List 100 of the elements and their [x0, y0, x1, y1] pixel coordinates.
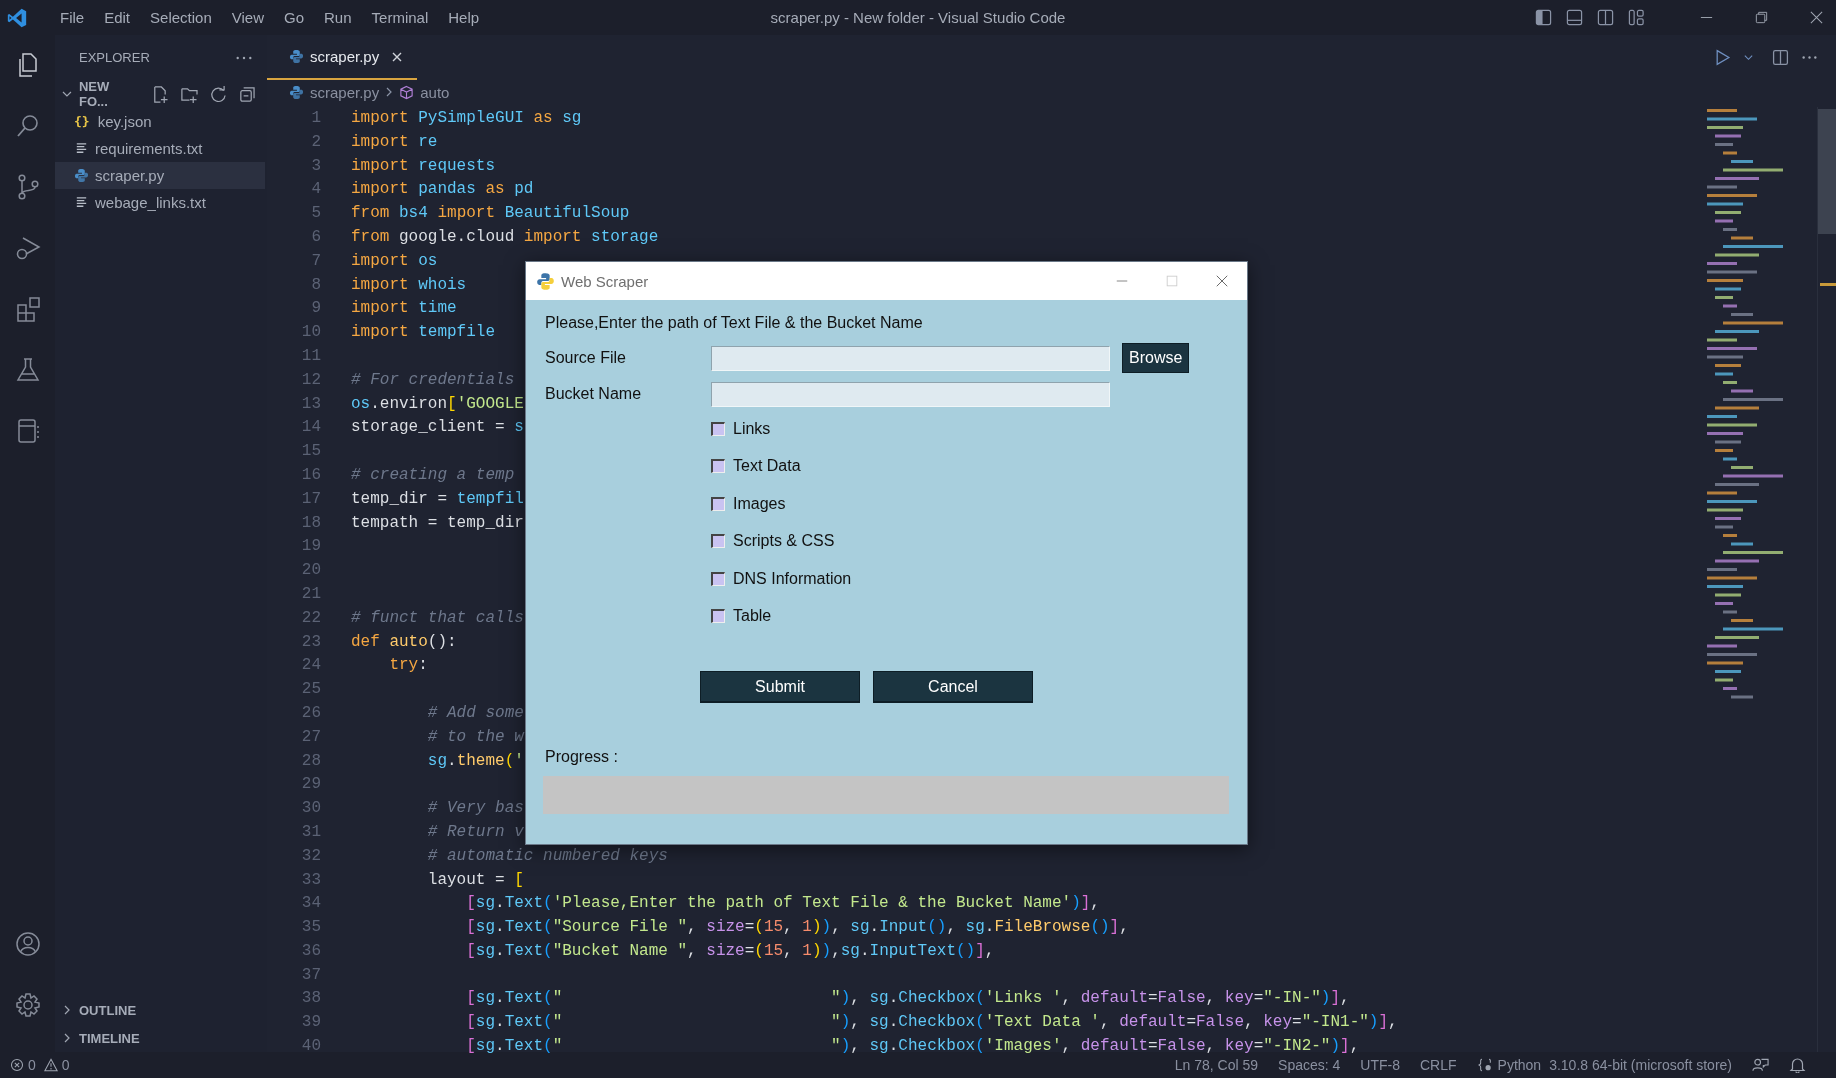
code-line: sg.theme(' [426, 751, 524, 770]
explorer-entry[interactable]: requirements.txt [55, 135, 265, 162]
status-item[interactable]: CRLF [1420, 1057, 1457, 1073]
bell-icon[interactable] [1789, 1057, 1806, 1073]
line-number: 15 [300, 441, 321, 463]
menu-item[interactable]: Run [314, 9, 362, 26]
checkbox-label[interactable]: Scripts & CSS [733, 532, 835, 551]
sidebar-toggle-icon[interactable] [1535, 9, 1552, 26]
breadcrumb-item[interactable]: auto [420, 83, 450, 101]
warning-icon[interactable] [43, 1058, 58, 1072]
explorer-entry[interactable]: webage_links.txt [55, 189, 265, 216]
checkbox-label[interactable]: Table [733, 607, 772, 626]
error-count[interactable]: 0 [28, 1057, 36, 1073]
more-icon[interactable] [235, 54, 253, 61]
input-field[interactable] [711, 381, 1110, 407]
line-number: 22 [300, 607, 321, 629]
line-number: 12 [300, 369, 321, 391]
scrollbar-thumb[interactable] [1818, 109, 1836, 234]
menu-item[interactable]: Terminal [361, 9, 439, 26]
text-file-icon [74, 141, 89, 156]
new-file-icon[interactable] [151, 84, 171, 104]
error-icon[interactable] [10, 1058, 24, 1072]
code-line: # Very bas [426, 799, 524, 818]
line-number: 25 [300, 679, 321, 701]
code-line: # creating a temp [351, 465, 515, 484]
feedback-icon[interactable] [1752, 1057, 1769, 1073]
close-icon[interactable] [391, 50, 404, 63]
interpreter-status[interactable]: 3.10.8 64-bit (microsoft store) [1549, 1057, 1732, 1073]
menu-item[interactable]: Help [438, 9, 490, 26]
maximize-icon [1165, 274, 1179, 288]
code-line: import whois [351, 275, 467, 294]
line-number: 20 [300, 560, 321, 582]
dialog-button[interactable]: Cancel [873, 671, 1033, 703]
close-icon[interactable] [1809, 10, 1824, 25]
panel-toggle-icon[interactable] [1566, 9, 1583, 26]
line-number: 24 [300, 655, 321, 677]
code-line: # automatic numbered keys [426, 846, 668, 865]
input-field[interactable] [711, 345, 1110, 371]
layout-icon[interactable] [1628, 9, 1645, 26]
checkbox[interactable] [711, 609, 725, 624]
line-number: 9 [310, 298, 321, 320]
split-layout-icon[interactable] [1597, 9, 1614, 26]
close-icon[interactable] [1215, 274, 1229, 288]
language-status-icon[interactable] [1476, 1058, 1494, 1072]
account-icon[interactable] [13, 930, 42, 958]
settings-icon[interactable] [13, 991, 42, 1019]
folder-name[interactable]: NEW FO... [78, 79, 142, 109]
code-line: # funct that calls [351, 608, 524, 627]
sidebar-section[interactable]: OUTLINE [55, 996, 267, 1024]
menu-item[interactable]: Go [274, 9, 314, 26]
menu-item[interactable]: Edit [94, 9, 141, 26]
checkbox[interactable] [711, 459, 725, 474]
checkbox[interactable] [711, 421, 725, 436]
code-line: # For credentials [351, 370, 515, 389]
restore-icon[interactable] [1754, 10, 1769, 25]
breadcrumb-item[interactable]: scraper.py [310, 83, 380, 101]
line-number: 19 [300, 536, 321, 558]
line-number: 7 [310, 250, 321, 272]
line-number: 26 [300, 702, 321, 724]
menu-item[interactable]: View [221, 9, 274, 26]
status-item[interactable]: UTF-8 [1360, 1057, 1400, 1073]
line-number: 33 [300, 869, 321, 891]
status-item[interactable]: Spaces: 4 [1278, 1057, 1341, 1073]
run-icon[interactable] [1714, 49, 1731, 66]
caret-icon[interactable] [1743, 52, 1754, 63]
code-line: # Return v [426, 822, 524, 841]
text-file-icon [74, 195, 89, 210]
sidebar-section[interactable]: TIMELINE [55, 1024, 267, 1052]
code-line: [sg.Text(" "), sg.Checkbox('Links ', default=False, key="-IN-")], [465, 989, 1350, 1008]
sidebar-title: EXPLORER [79, 50, 151, 65]
code-line: layout = [ [426, 870, 524, 889]
checkbox[interactable] [711, 496, 725, 511]
checkbox-label[interactable]: Images [733, 494, 786, 513]
status-item[interactable]: Ln 78, Col 59 [1174, 1057, 1259, 1073]
explorer-entry[interactable]: scraper.py [55, 162, 265, 189]
refresh-icon[interactable] [209, 84, 229, 104]
prompt-text: Please,Enter the path of Text File & the Bucket Name [545, 313, 924, 333]
checkbox-label[interactable]: Text Data [733, 457, 801, 476]
split-editor-icon[interactable] [1772, 49, 1789, 66]
line-number: 3 [310, 155, 321, 177]
code-line: [sg.Text("Bucket Name ", size=(15, 1)),sg.InputText()], [465, 941, 995, 960]
line-number: 13 [300, 393, 321, 415]
browse-button[interactable]: Browse [1122, 343, 1190, 373]
field-label: Bucket Name [545, 385, 643, 403]
collapse-all-icon[interactable] [238, 84, 257, 104]
checkbox[interactable] [711, 534, 725, 549]
warning-count[interactable]: 0 [61, 1057, 70, 1073]
explorer-entry[interactable]: {} key.json [55, 108, 265, 135]
checkbox[interactable] [711, 571, 725, 586]
code-line: try: [388, 656, 428, 675]
code-line: from google.cloud import storage [351, 228, 659, 246]
editor-tab[interactable]: scraper.py [267, 35, 418, 80]
checkbox-label[interactable]: DNS Information [733, 569, 852, 588]
checkbox-label[interactable]: Links [733, 419, 771, 438]
code-line: [sg.Text("Source File ", size=(15, 1)), sg.Input(), sg.FileBrowse()], [465, 918, 1129, 937]
dialog-button[interactable]: Submit [700, 671, 860, 703]
menu-item[interactable]: Selection [140, 9, 222, 26]
menu-item[interactable]: File [50, 9, 95, 26]
code-line: import re [351, 132, 438, 151]
language-mode[interactable]: Python [1497, 1057, 1542, 1073]
